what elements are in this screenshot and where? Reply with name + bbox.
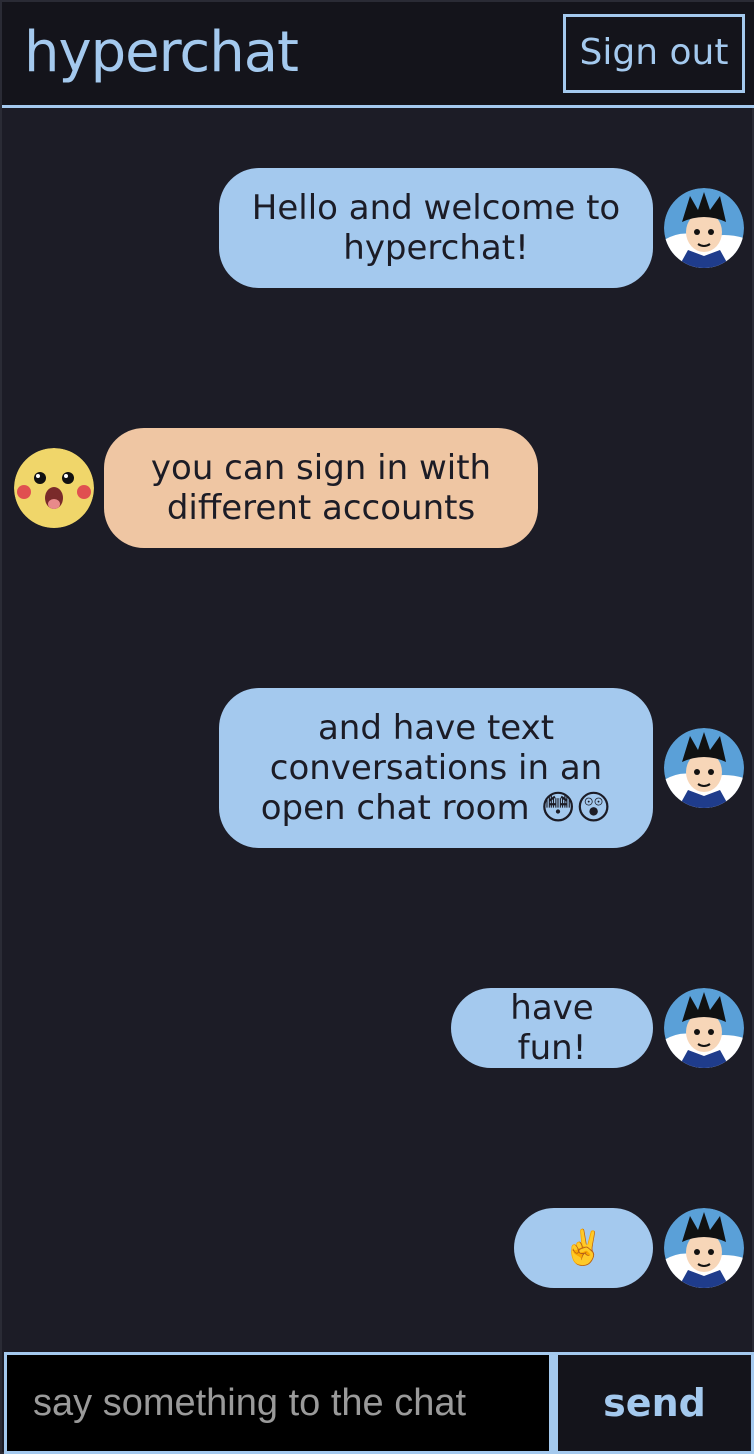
message-composer: send (4, 1352, 754, 1454)
send-button[interactable]: send (555, 1355, 751, 1451)
pikachu-avatar (14, 448, 94, 528)
message-text: Hello and welcome to hyperchat! (251, 188, 621, 268)
message-text: you can sign in with different accounts (150, 448, 492, 528)
chat-message-input[interactable] (7, 1355, 555, 1451)
message-list: Hello and welcome to hyperchat! you can … (2, 108, 754, 1352)
message-bubble: and have text conversations in an open c… (219, 688, 653, 848)
goku-avatar (664, 188, 744, 268)
chat-app: hyperchat Sign out Hello and welcome to … (0, 0, 754, 1454)
goku-avatar (664, 1208, 744, 1288)
message-text: have fun! (510, 988, 594, 1068)
message-bubble: Hello and welcome to hyperchat! (219, 168, 653, 288)
goku-avatar (664, 728, 744, 808)
message-text: and have text conversations in an open c… (260, 708, 612, 828)
app-header: hyperchat Sign out (2, 2, 754, 108)
message-text: ✌️ (562, 1228, 605, 1268)
message-bubble: have fun! (451, 988, 653, 1068)
message-bubble: you can sign in with different accounts (104, 428, 538, 548)
app-title: hyperchat (24, 20, 299, 85)
sign-out-button[interactable]: Sign out (563, 14, 745, 93)
goku-avatar (664, 988, 744, 1068)
message-bubble: ✌️ (514, 1208, 653, 1288)
